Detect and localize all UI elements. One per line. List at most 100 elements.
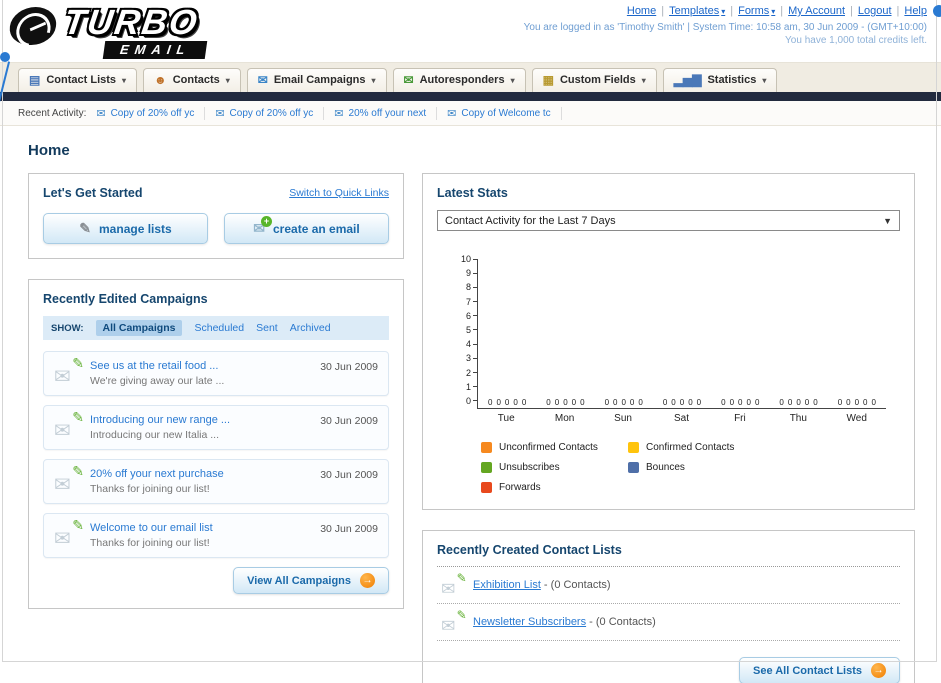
recent-activity-label: Recent Activity: bbox=[18, 107, 87, 119]
see-all-contact-lists-label: See All Contact Lists bbox=[752, 664, 862, 677]
nav-tab-autoresponders[interactable]: ✉ Autoresponders ▾ bbox=[392, 68, 526, 92]
envelope-pencil-icon: ✉ ✎ bbox=[441, 608, 467, 636]
contact-list-item[interactable]: ✉ ✎ Newsletter Subscribers - (0 Contacts) bbox=[437, 604, 900, 641]
bar-value: 0 bbox=[521, 398, 527, 407]
campaign-title-link[interactable]: 20% off your next purchase bbox=[90, 468, 306, 480]
contact-list-item[interactable]: ✉ ✎ Exhibition List - (0 Contacts) bbox=[437, 567, 900, 604]
bar-value: 0 bbox=[662, 398, 668, 407]
filter-tab-all-campaigns[interactable]: All Campaigns bbox=[95, 320, 183, 336]
bar-value: 0 bbox=[746, 398, 751, 407]
envelope-icon: ✉ bbox=[441, 617, 456, 636]
create-email-button[interactable]: ✉ + create an email bbox=[224, 213, 389, 244]
bar-value: 0 bbox=[837, 398, 843, 407]
filter-tab-sent[interactable]: Sent bbox=[256, 322, 278, 334]
header-link-templates[interactable]: Templates ▾ bbox=[669, 5, 725, 17]
nav-tab-contact-lists[interactable]: ▤ Contact Lists ▾ bbox=[18, 68, 138, 92]
bar-value: 0 bbox=[796, 398, 801, 407]
pencil-icon: ✎ bbox=[72, 517, 84, 533]
logo-main-text: TURBO bbox=[61, 3, 202, 42]
x-tick-label: Fri bbox=[734, 413, 746, 424]
envelope-icon: ✉ bbox=[54, 528, 71, 550]
bar-value: 0 bbox=[604, 398, 610, 407]
stats-period-value: Contact Activity for the Last 7 Days bbox=[445, 214, 616, 227]
header-link-my-account[interactable]: My Account bbox=[788, 5, 845, 17]
filter-tab-scheduled[interactable]: Scheduled bbox=[194, 322, 244, 334]
header-link-logout[interactable]: Logout bbox=[858, 5, 892, 17]
campaign-title-link[interactable]: Welcome to our email list bbox=[90, 522, 306, 534]
header-link-forms[interactable]: Forms ▾ bbox=[738, 5, 775, 17]
nav-tab-email-campaigns[interactable]: ✉ Email Campaigns ▾ bbox=[246, 68, 387, 92]
switch-quick-links-link[interactable]: Switch to Quick Links bbox=[289, 187, 389, 199]
bar-value: 0 bbox=[871, 398, 876, 407]
latest-stats-panel: Latest Stats Contact Activity for the La… bbox=[422, 173, 915, 510]
campaign-row[interactable]: ✉ ✎ See us at the retail food ... We're giv… bbox=[43, 351, 389, 396]
y-tick-label: 6 bbox=[466, 311, 477, 321]
chevron-down-icon: ▾ bbox=[721, 6, 726, 16]
envelope-pencil-icon: ✉ ✎ bbox=[54, 463, 84, 496]
campaign-list: ✉ ✎ See us at the retail food ... We're giv… bbox=[43, 351, 389, 558]
bar-value: 0 bbox=[488, 398, 493, 407]
legend-label: Forwards bbox=[499, 482, 541, 493]
logo: TURBO EMAIL bbox=[7, 3, 268, 59]
bar-value: 0 bbox=[688, 398, 693, 407]
autoresponders-icon: ✉ bbox=[403, 73, 414, 87]
see-all-contact-lists-button[interactable]: See All Contact Lists → bbox=[738, 657, 900, 683]
y-tick-label: 1 bbox=[466, 382, 477, 392]
nav-tab-statistics[interactable]: ▂▅▇ Statistics ▾ bbox=[662, 68, 778, 92]
manage-lists-button[interactable]: ✎ manage lists bbox=[43, 213, 208, 244]
chart-bar-values: 00000000000000000000000000000000000 bbox=[478, 398, 886, 407]
campaign-subtitle: We're giving away our late ... bbox=[90, 375, 225, 387]
recent-activity-item[interactable]: ✉ 20% off your next bbox=[334, 106, 438, 120]
campaign-subtitle: Introducing our new Italia ... bbox=[90, 429, 219, 441]
legend-item: Unsubscribes bbox=[481, 462, 628, 473]
nav-tab-custom-fields[interactable]: ▦ Custom Fields ▾ bbox=[531, 68, 657, 92]
bar-value: 0 bbox=[754, 398, 760, 407]
pencil-icon: ✎ bbox=[79, 220, 92, 236]
bar-value: 0 bbox=[496, 398, 501, 407]
header: TURBO EMAIL Home | Templates ▾ | Forms ▾ | My Ac… bbox=[0, 0, 941, 62]
filter-tab-archived[interactable]: Archived bbox=[290, 322, 331, 334]
chevron-down-icon: ▼ bbox=[883, 215, 892, 226]
envelope-icon: ✉ bbox=[215, 107, 225, 120]
recent-activity-item[interactable]: ✉ Copy of Welcome tc bbox=[447, 106, 562, 120]
campaign-row[interactable]: ✉ ✎ Introducing our new range ... Introduci… bbox=[43, 405, 389, 450]
contact-list-name-link[interactable]: Exhibition List bbox=[473, 579, 541, 591]
header-link-home[interactable]: Home bbox=[627, 5, 656, 17]
bar-value-group: 00000 bbox=[536, 398, 594, 407]
recent-activity-item[interactable]: ✉ Copy of 20% off yc bbox=[215, 106, 325, 120]
bar-value: 0 bbox=[804, 398, 810, 407]
bar-value: 0 bbox=[787, 398, 793, 407]
x-tick-label: Mon bbox=[554, 413, 575, 424]
bar-value: 0 bbox=[638, 398, 643, 407]
nav-tab-label: Contact Lists bbox=[46, 74, 117, 86]
stats-period-select[interactable]: Contact Activity for the Last 7 Days ▼ bbox=[437, 210, 900, 231]
legend-item: Bounces bbox=[628, 462, 775, 473]
bar-value: 0 bbox=[696, 398, 702, 407]
envelope-pencil-icon: ✉ ✎ bbox=[54, 409, 84, 442]
contacts-icon: ☻ bbox=[154, 73, 167, 87]
recent-activity-item[interactable]: ✉ Copy of 20% off yc bbox=[96, 106, 206, 120]
campaign-title-link[interactable]: Introducing our new range ... bbox=[90, 414, 306, 426]
legend-item: Confirmed Contacts bbox=[628, 442, 775, 453]
campaign-row[interactable]: ✉ ✎ Welcome to our email list Thanks for jo… bbox=[43, 513, 389, 558]
contact-list-name-link[interactable]: Newsletter Subscribers bbox=[473, 616, 586, 628]
view-all-campaigns-button[interactable]: View All Campaigns → bbox=[233, 567, 389, 594]
campaign-title-link[interactable]: See us at the retail food ... bbox=[90, 360, 306, 372]
bar-value: 0 bbox=[721, 398, 726, 407]
nav-tab-label: Contacts bbox=[172, 74, 220, 86]
campaign-row[interactable]: ✉ ✎ 20% off your next purchase Thanks for j… bbox=[43, 459, 389, 504]
custom-fields-icon: ▦ bbox=[542, 73, 554, 87]
legend-item: Unconfirmed Contacts bbox=[481, 442, 628, 453]
envelope-icon: ✉ bbox=[54, 474, 71, 496]
nav-tab-contacts[interactable]: ☻ Contacts ▾ bbox=[143, 68, 241, 92]
bar-value: 0 bbox=[679, 398, 685, 407]
nav-tab-label: Statistics bbox=[707, 74, 757, 86]
y-tick-label: 3 bbox=[466, 353, 477, 363]
chevron-down-icon: ▾ bbox=[122, 75, 127, 85]
contact-lists-icon: ▤ bbox=[29, 73, 41, 87]
link-separator: | bbox=[661, 5, 665, 17]
recent-activity-item-label: Copy of 20% off yc bbox=[229, 107, 314, 119]
header-link-help[interactable]: Help bbox=[904, 5, 927, 17]
chart-y-axis: 10 9 8 7 6 5 4 3 2 1 0 bbox=[455, 254, 477, 406]
chart-plot-area: 00000000000000000000000000000000000 bbox=[477, 259, 886, 409]
